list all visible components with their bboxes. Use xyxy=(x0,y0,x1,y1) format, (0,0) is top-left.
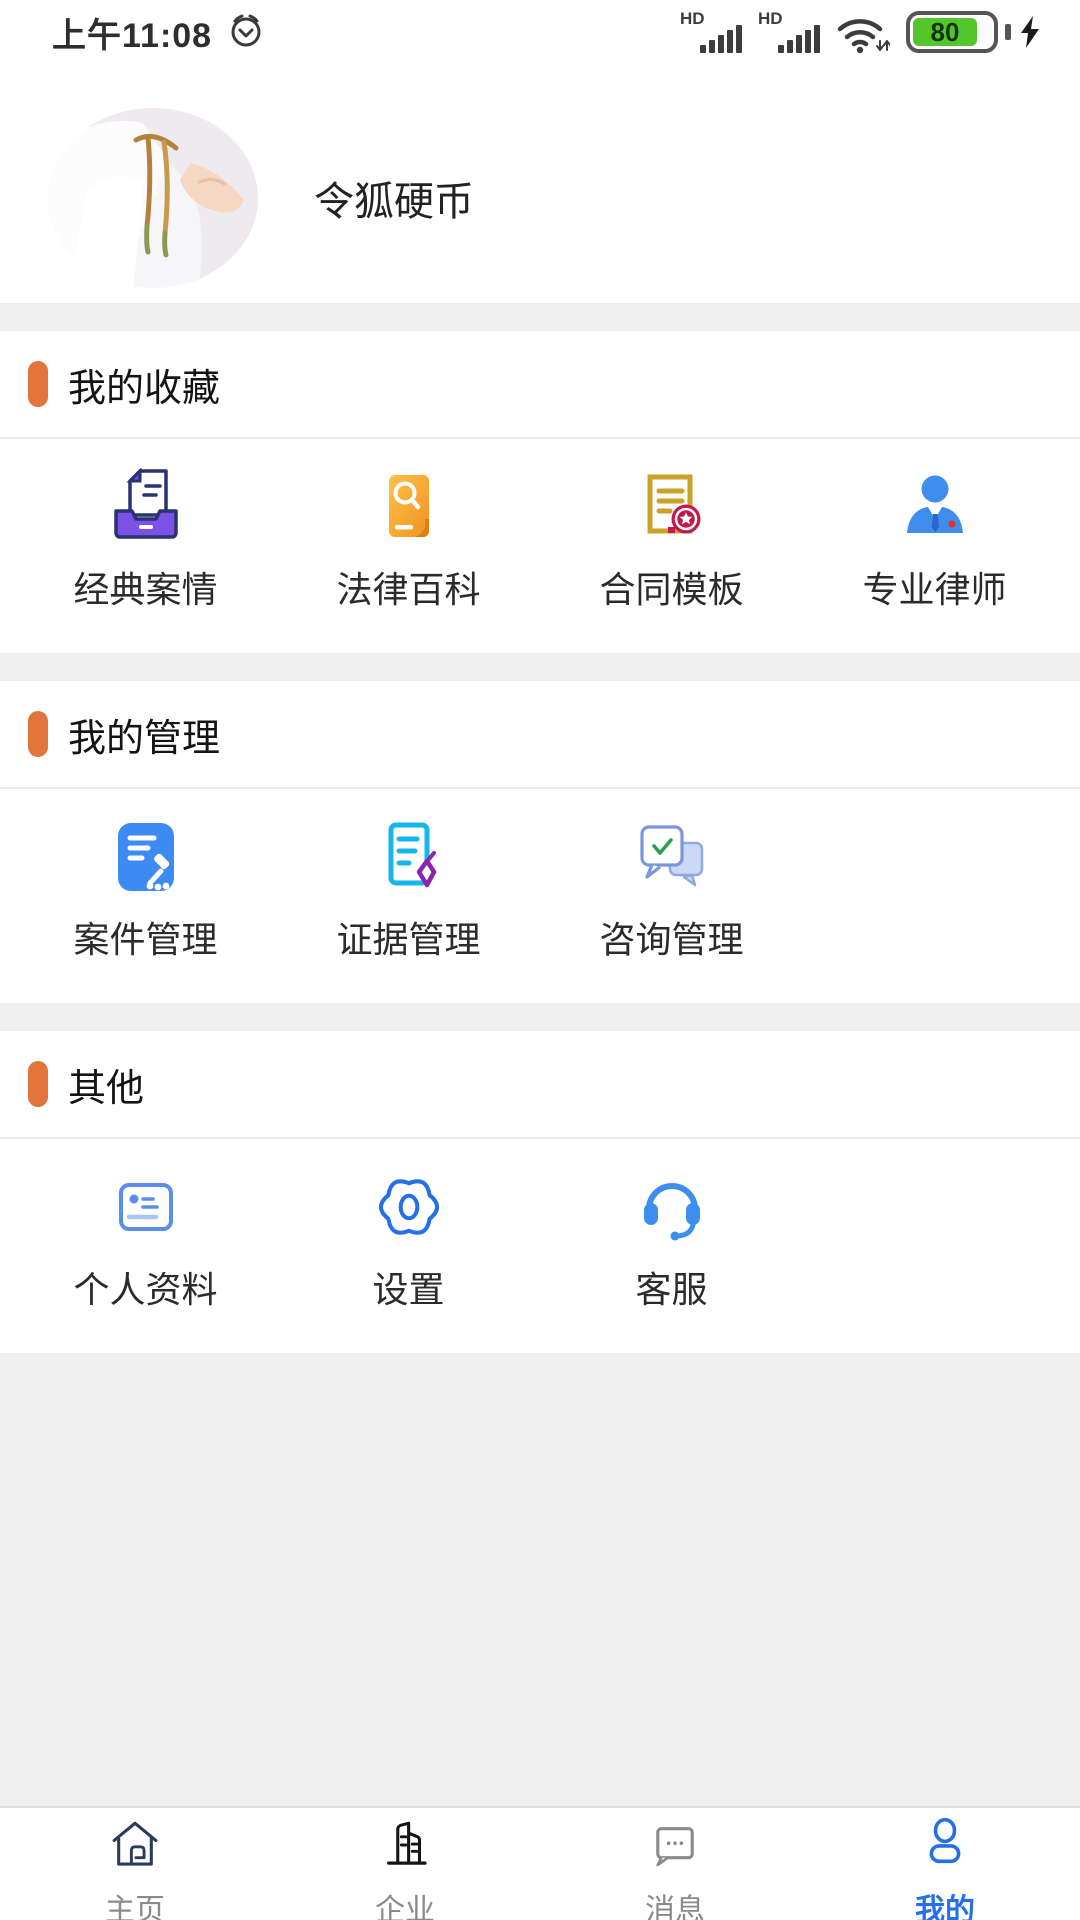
menu-item-label: 客服 xyxy=(635,1261,707,1313)
clock-text: 上午11:08 xyxy=(52,8,212,57)
menu-item-label: 法律百科 xyxy=(336,561,480,613)
section-divider xyxy=(0,303,1080,331)
tab-label: 主页 xyxy=(105,1885,165,1920)
menu-item-label: 个人资料 xyxy=(73,1261,217,1313)
grid-spacer xyxy=(803,817,1066,963)
menu-item-legal-encyclopedia[interactable]: 法律百科 xyxy=(277,467,540,613)
section-divider xyxy=(0,1003,1080,1031)
menu-item-professional-lawyers[interactable]: 专业律师 xyxy=(803,467,1066,613)
contract-template-icon xyxy=(632,467,712,547)
alarm-icon xyxy=(226,10,266,55)
law-encyclopedia-icon xyxy=(369,467,449,547)
section-header: 其他 xyxy=(0,1031,1080,1139)
section-header: 我的管理 xyxy=(0,681,1080,789)
wifi-icon xyxy=(836,9,890,55)
charging-bolt-icon xyxy=(1018,15,1042,49)
customer-service-icon xyxy=(632,1167,712,1247)
profile-icon xyxy=(916,1816,974,1879)
menu-item-consultation-management[interactable]: 咨询管理 xyxy=(540,817,803,963)
hd-signal-icon: HD xyxy=(758,9,820,55)
orange-marker xyxy=(28,1061,48,1107)
menu-item-label: 设置 xyxy=(372,1261,444,1313)
background-filler xyxy=(0,1353,1080,1806)
menu-item-label: 案件管理 xyxy=(73,911,217,963)
tab-mine[interactable]: 我的 xyxy=(810,1816,1080,1920)
tab-company[interactable]: 企业 xyxy=(270,1816,540,1920)
menu-item-case-management[interactable]: 案件管理 xyxy=(14,817,277,963)
tab-label: 我的 xyxy=(915,1885,975,1920)
menu-item-classic-cases[interactable]: 经典案情 xyxy=(14,467,277,613)
menu-item-customer-service[interactable]: 客服 xyxy=(540,1167,803,1313)
tab-messages[interactable]: 消息 xyxy=(540,1816,810,1920)
evidence-management-icon xyxy=(369,817,449,897)
case-archive-icon xyxy=(106,467,186,547)
profile-card-icon xyxy=(106,1167,186,1247)
username-text: 令狐硬币 xyxy=(314,169,474,227)
orange-marker xyxy=(28,361,48,407)
grid-spacer xyxy=(803,1167,1066,1313)
messages-icon xyxy=(646,1816,704,1879)
menu-item-label: 咨询管理 xyxy=(599,911,743,963)
menu-item-evidence-management[interactable]: 证据管理 xyxy=(277,817,540,963)
menu-item-label: 合同模板 xyxy=(599,561,743,613)
hd-signal-icon: HD xyxy=(680,9,742,55)
profile-header[interactable]: 令狐硬币 xyxy=(0,64,1080,303)
tab-label: 企业 xyxy=(375,1885,435,1920)
menu-item-settings[interactable]: 设置 xyxy=(277,1167,540,1313)
menu-item-label: 经典案情 xyxy=(73,561,217,613)
consultation-management-icon xyxy=(632,817,712,897)
section-title: 其他 xyxy=(68,1057,144,1112)
home-icon xyxy=(106,1816,164,1879)
menu-item-contract-templates[interactable]: 合同模板 xyxy=(540,467,803,613)
case-management-icon xyxy=(106,817,186,897)
section-title: 我的收藏 xyxy=(68,357,220,412)
section-divider xyxy=(0,653,1080,681)
battery-icon: 80 xyxy=(906,9,1042,55)
battery-level-text: 80 xyxy=(931,17,960,48)
section-header: 我的收藏 xyxy=(0,331,1080,439)
app-screen: 上午11:08 HD HD xyxy=(0,0,1080,1920)
lawyer-icon xyxy=(895,467,975,547)
menu-item-label: 证据管理 xyxy=(336,911,480,963)
menu-item-label: 专业律师 xyxy=(862,561,1006,613)
orange-marker xyxy=(28,711,48,757)
tab-home[interactable]: 主页 xyxy=(0,1816,270,1920)
avatar[interactable] xyxy=(48,108,258,288)
section-title: 我的管理 xyxy=(68,707,220,762)
section-management: 我的管理 案件管理 xyxy=(0,681,1080,1003)
bottom-tab-bar: 主页 企业 xyxy=(0,1806,1080,1920)
status-icons: HD HD 80 xyxy=(680,9,1042,55)
status-bar: 上午11:08 HD HD xyxy=(0,0,1080,64)
section-favorites: 我的收藏 经典案情 xyxy=(0,331,1080,653)
settings-gear-icon xyxy=(369,1167,449,1247)
tab-label: 消息 xyxy=(645,1885,705,1920)
section-other: 其他 个人资料 xyxy=(0,1031,1080,1353)
menu-item-personal-profile[interactable]: 个人资料 xyxy=(14,1167,277,1313)
company-icon xyxy=(376,1816,434,1879)
